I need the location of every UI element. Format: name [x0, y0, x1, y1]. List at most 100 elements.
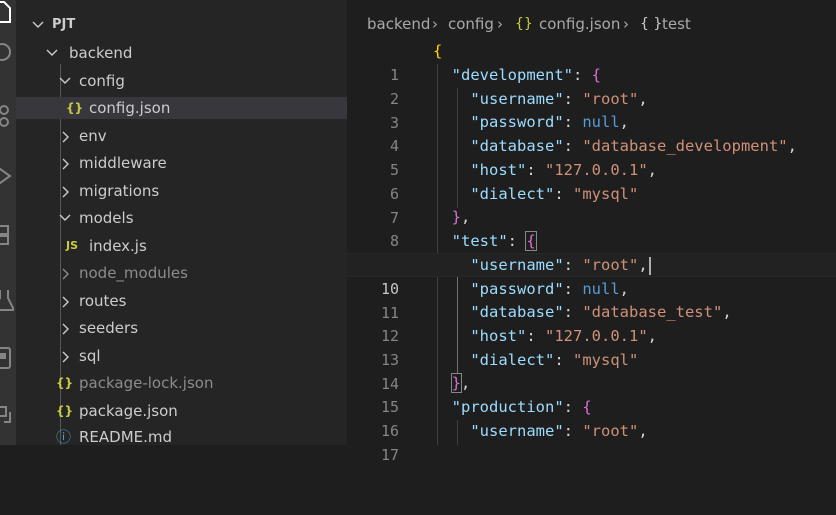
- source-control-icon[interactable]: [0, 104, 14, 128]
- code-text: },: [451, 208, 471, 226]
- code-text: "host": "127.0.0.1",: [470, 327, 657, 345]
- chevron-right-icon: [61, 262, 73, 284]
- tree-item-routes[interactable]: routes: [16, 290, 347, 312]
- code-text: },: [450, 373, 471, 393]
- code-line[interactable]: 14 "dialect": "mysql": [347, 348, 836, 393]
- json-file-icon: {}: [56, 376, 74, 390]
- code-line[interactable]: 1 {: [347, 39, 836, 84]
- code-line[interactable]: 9 "test": {: [347, 229, 836, 274]
- tree-item-label: seeders: [79, 319, 139, 337]
- python-icon[interactable]: [0, 404, 14, 428]
- tree-item-label: package-lock.json: [79, 374, 214, 392]
- code-line[interactable]: 7 "dialect": "mysql": [347, 182, 836, 227]
- code-text: "username": "root",: [433, 253, 651, 277]
- tree-item-label: routes: [79, 292, 127, 310]
- tree-item-migrations[interactable]: migrations: [16, 180, 347, 202]
- json-file-icon: {}: [56, 404, 74, 418]
- code-line[interactable]: 8 },: [347, 205, 836, 250]
- tree-item-label: config.json: [89, 99, 171, 117]
- code-text: "dialect": "mysql": [470, 351, 639, 369]
- tree-item-index-js[interactable]: JS index.js: [16, 235, 347, 257]
- chevron-down-icon: [46, 42, 58, 64]
- json-file-icon: {}: [515, 16, 533, 32]
- code-text: "development": {: [451, 66, 602, 84]
- tree-item-config-json[interactable]: {} config.json: [16, 97, 347, 119]
- js-file-icon: JS: [66, 239, 79, 252]
- code-line[interactable]: 4 "password": null,: [347, 110, 836, 155]
- chevron-down-icon: [32, 14, 44, 36]
- code-text: "username": "root",: [470, 90, 648, 108]
- code-line[interactable]: 16 "production": {: [347, 395, 836, 440]
- tree-item-middleware[interactable]: middleware: [16, 152, 347, 174]
- code-text: "username": "root",: [470, 422, 648, 440]
- json-file-icon: {}: [66, 101, 84, 115]
- tree-item-node-modules[interactable]: node_modules: [16, 262, 347, 284]
- breadcrumb-item-config[interactable]: config: [448, 13, 494, 35]
- code-line[interactable]: 3 "username": "root",: [347, 87, 836, 132]
- code-text: "host": "127.0.0.1",: [470, 161, 657, 179]
- code-text: "password": null,: [470, 113, 629, 131]
- line-number: 17: [380, 446, 399, 464]
- code-line[interactable]: 11 "password": null,: [347, 277, 836, 322]
- tree-item-config-folder[interactable]: config: [16, 70, 347, 92]
- tree-item-label: package.json: [79, 402, 178, 420]
- chevron-right-icon: ›: [497, 15, 503, 33]
- chevron-right-icon: [61, 125, 73, 147]
- code-text: "test": {: [451, 231, 537, 251]
- tree-item-label: config: [79, 72, 125, 90]
- code-line-current[interactable]: 10 "username": "root",: [347, 253, 836, 298]
- code-text: {: [433, 42, 443, 60]
- tree-item-package-lock-json[interactable]: {} package-lock.json: [16, 372, 347, 394]
- chevron-right-icon: [61, 317, 73, 339]
- tree-item-label: models: [79, 209, 134, 227]
- tree-item-label: index.js: [89, 237, 147, 255]
- explorer-sidebar: PJT backend config {} config.json env mi…: [16, 0, 347, 446]
- code-line[interactable]: 15 },: [347, 371, 836, 416]
- remote-explorer-icon[interactable]: [0, 346, 14, 370]
- explorer-root-label: PJT: [52, 17, 76, 32]
- code-line[interactable]: 5 "database": "database_development",: [347, 134, 836, 179]
- run-debug-icon[interactable]: [0, 164, 14, 188]
- explorer-icon[interactable]: [0, 0, 14, 24]
- tree-item-sql[interactable]: sql: [16, 345, 347, 367]
- code-text: "password": null,: [470, 280, 629, 298]
- chevron-right-icon: ›: [432, 15, 438, 33]
- editor-pane: backend › config › {} config.json › { } …: [347, 0, 836, 464]
- code-line[interactable]: 17 "username": "root",: [347, 419, 836, 464]
- chevron-right-icon: [61, 345, 73, 367]
- code-text: "production": {: [451, 398, 592, 416]
- breadcrumb-item-test[interactable]: test: [662, 13, 691, 35]
- code-line[interactable]: 2 "development": {: [347, 63, 836, 108]
- tree-item-label: migrations: [79, 182, 160, 200]
- code-text: "database": "database_test",: [470, 303, 732, 321]
- breadcrumb-item-config-json[interactable]: config.json: [539, 13, 620, 35]
- tree-item-env[interactable]: env: [16, 125, 347, 147]
- explorer-root-pjt[interactable]: PJT: [16, 14, 347, 36]
- code-text: "dialect": "mysql": [470, 185, 639, 203]
- chevron-right-icon: ›: [623, 15, 629, 33]
- breadcrumb-item-backend[interactable]: backend: [367, 13, 430, 35]
- chevron-down-icon: [59, 70, 71, 92]
- code-line[interactable]: 6 "host": "127.0.0.1",: [347, 158, 836, 203]
- tree-item-backend[interactable]: backend: [16, 42, 347, 64]
- tree-item-label: env: [79, 127, 107, 145]
- symbol-object-icon: { }: [640, 16, 663, 32]
- tree-item-seeders[interactable]: seeders: [16, 317, 347, 339]
- text-cursor: [648, 256, 651, 275]
- search-icon[interactable]: [0, 42, 14, 66]
- chevron-right-icon: [61, 180, 73, 202]
- tree-item-label: backend: [69, 44, 133, 62]
- tree-item-models[interactable]: models: [16, 207, 347, 229]
- testing-icon[interactable]: [0, 288, 16, 312]
- activity-bar: [0, 0, 16, 445]
- code-text: "database": "database_development",: [470, 137, 797, 155]
- extensions-icon[interactable]: [0, 222, 14, 246]
- tree-item-label: middleware: [79, 154, 167, 172]
- chevron-right-icon: [61, 290, 73, 312]
- chevron-right-icon: [61, 152, 73, 174]
- code-line[interactable]: 12 "database": "database_test",: [347, 300, 836, 345]
- tree-item-package-json[interactable]: {} package.json: [16, 400, 347, 422]
- tree-item-label: sql: [79, 347, 101, 365]
- chevron-down-icon: [59, 207, 71, 229]
- code-line[interactable]: 13 "host": "127.0.0.1",: [347, 324, 836, 369]
